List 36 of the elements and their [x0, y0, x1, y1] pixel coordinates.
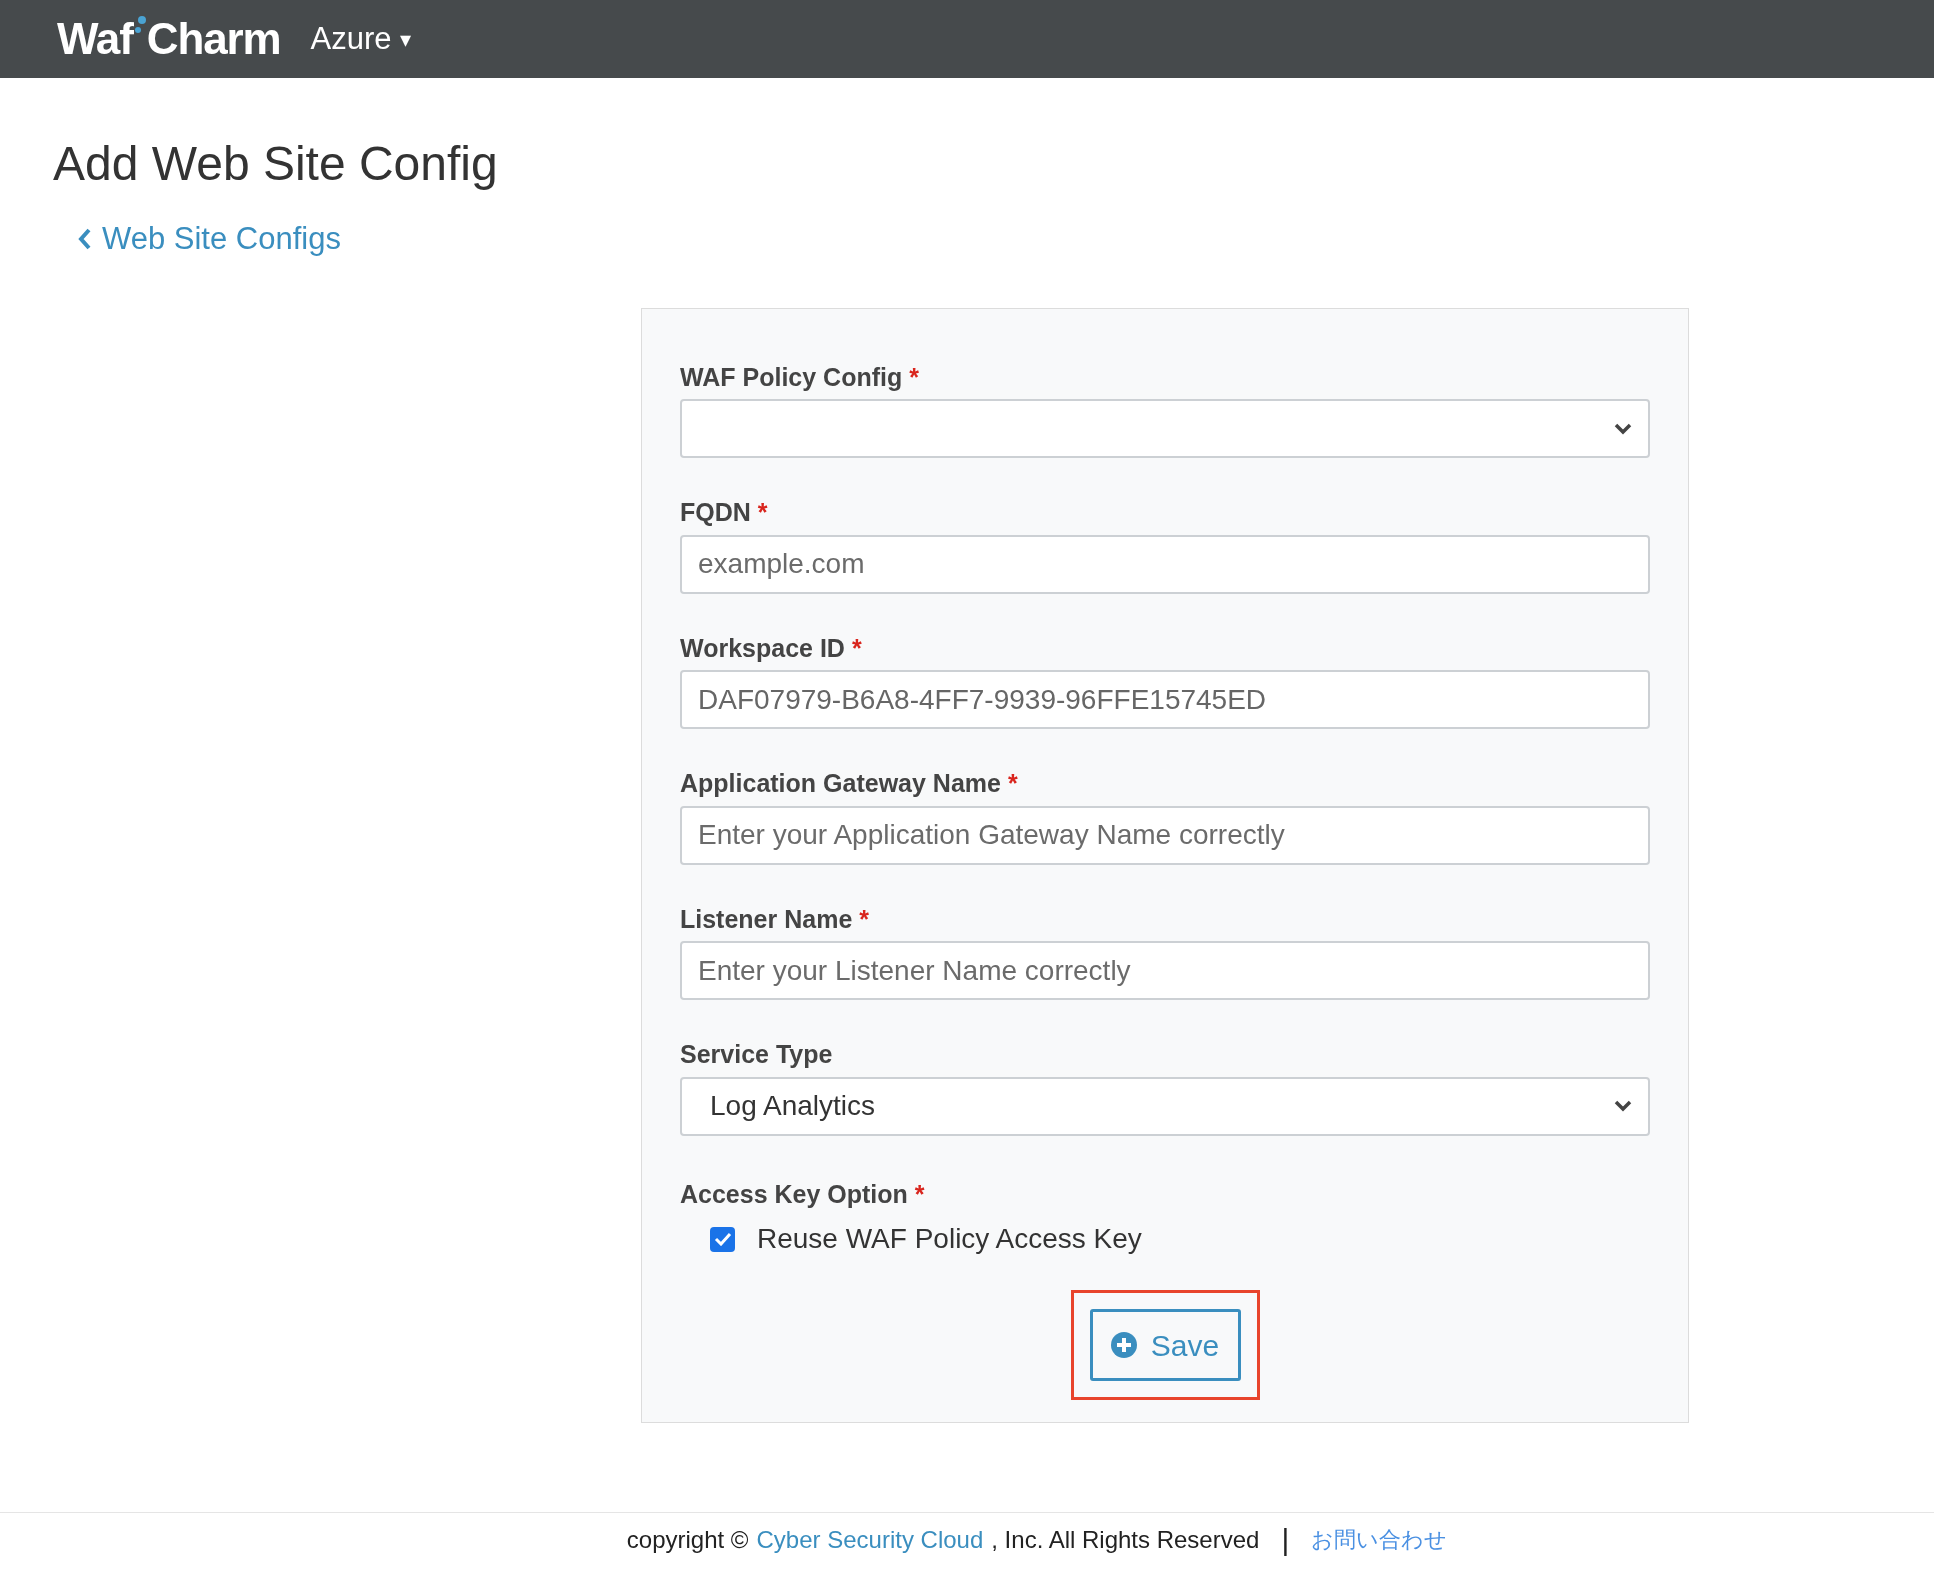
- text-input[interactable]: example.com: [680, 534, 1650, 594]
- select-field[interactable]: [680, 399, 1650, 458]
- back-link[interactable]: Web Site Configs: [78, 216, 341, 263]
- field-label: Workspace ID: [680, 632, 845, 664]
- text-input[interactable]: DAF07979-B6A8-4FF7-9939-96FFE15745ED: [680, 670, 1650, 729]
- field-label: FQDN: [680, 497, 751, 528]
- wafcharm-logo[interactable]: Waf Charm: [57, 13, 281, 65]
- required-mark: *: [914, 1178, 925, 1210]
- field-label: Access Key Option: [680, 1178, 908, 1210]
- field-label: WAF Policy Config: [680, 361, 903, 393]
- required-mark: *: [909, 361, 919, 393]
- rights-text: , Inc. All Rights Reserved: [991, 1524, 1260, 1555]
- copyright-text: copyright ©: [626, 1524, 749, 1555]
- chevron-down-icon: [1614, 1100, 1632, 1112]
- page-title: Add Web Site Config: [53, 140, 499, 188]
- plus-circle-icon: [1110, 1332, 1137, 1358]
- separator: |: [1281, 1522, 1290, 1558]
- field-label: Listener Name: [680, 903, 853, 935]
- contact-link[interactable]: お問い合わせ: [1311, 1523, 1448, 1556]
- field-label: Service Type: [680, 1039, 833, 1070]
- select-field[interactable]: Log Analytics: [680, 1076, 1650, 1136]
- checkmark-icon: [713, 1232, 732, 1246]
- field-label: Application Gateway Name: [680, 768, 1001, 799]
- checkbox[interactable]: [710, 1226, 735, 1252]
- required-mark: *: [859, 903, 870, 935]
- save-button[interactable]: Save: [1089, 1309, 1241, 1381]
- required-mark: *: [757, 497, 768, 528]
- required-mark: *: [851, 632, 862, 664]
- checkbox-label[interactable]: Reuse WAF Policy Access Key: [757, 1218, 1142, 1260]
- chevron-left-icon: [78, 227, 92, 252]
- text-input[interactable]: Enter your Application Gateway Name correctly: [680, 805, 1650, 865]
- chevron-down-icon: [1614, 422, 1632, 435]
- text-input[interactable]: Enter your Listener Name correctly: [680, 941, 1650, 1000]
- required-mark: *: [1007, 768, 1018, 799]
- azure-dropdown[interactable]: Azure ▾: [310, 15, 411, 63]
- company-link[interactable]: Cyber Security Cloud: [756, 1521, 984, 1558]
